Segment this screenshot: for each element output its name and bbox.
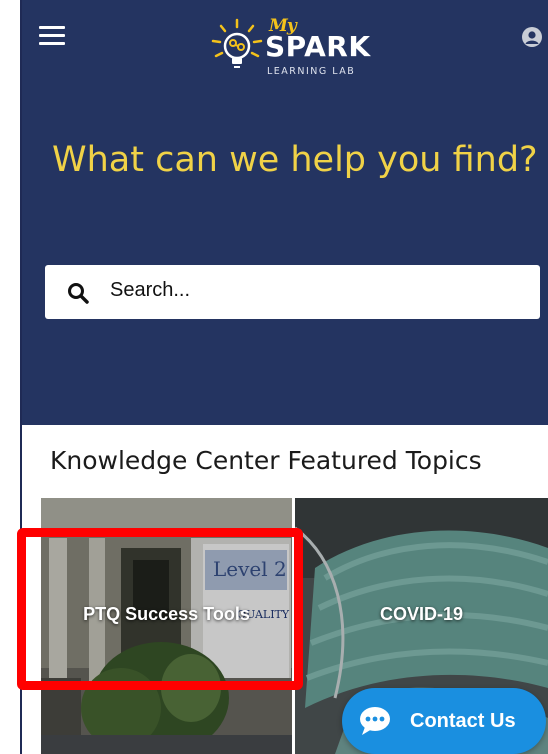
contact-us-button[interactable]: Contact Us <box>342 688 546 754</box>
hero-headline: What can we help you find? <box>52 140 538 180</box>
covid-tile-label: COVID-19 <box>379 604 464 624</box>
lightbulb-logo-icon <box>211 18 263 68</box>
hamburger-menu-icon[interactable] <box>39 26 65 46</box>
ptq-tile-label: PTQ Success Tools <box>83 604 250 624</box>
logo-subtitle: LEARNING LAB <box>267 66 356 77</box>
featured-topics-heading: Knowledge Center Featured Topics <box>50 446 482 475</box>
user-avatar-icon[interactable] <box>522 27 542 47</box>
search-icon <box>68 283 89 304</box>
contact-us-label: Contact Us <box>410 710 516 732</box>
next-tile-row-edge <box>41 735 292 754</box>
myspark-logo[interactable]: My SPARK LEARNING LAB <box>207 16 371 82</box>
ptq-tile-image: Level 2 QUALITY <box>41 498 292 754</box>
hero-banner: My SPARK LEARNING LAB What can we help y… <box>22 0 548 425</box>
search-input[interactable]: Search... <box>45 265 540 319</box>
search-placeholder: Search... <box>110 279 191 301</box>
chat-bubble-icon <box>360 707 390 735</box>
topic-tile-ptq-success-tools[interactable]: Level 2 QUALITY PTQ Success Tools <box>41 498 292 754</box>
logo-spark-text: SPARK <box>265 30 371 63</box>
left-frame <box>0 0 22 754</box>
